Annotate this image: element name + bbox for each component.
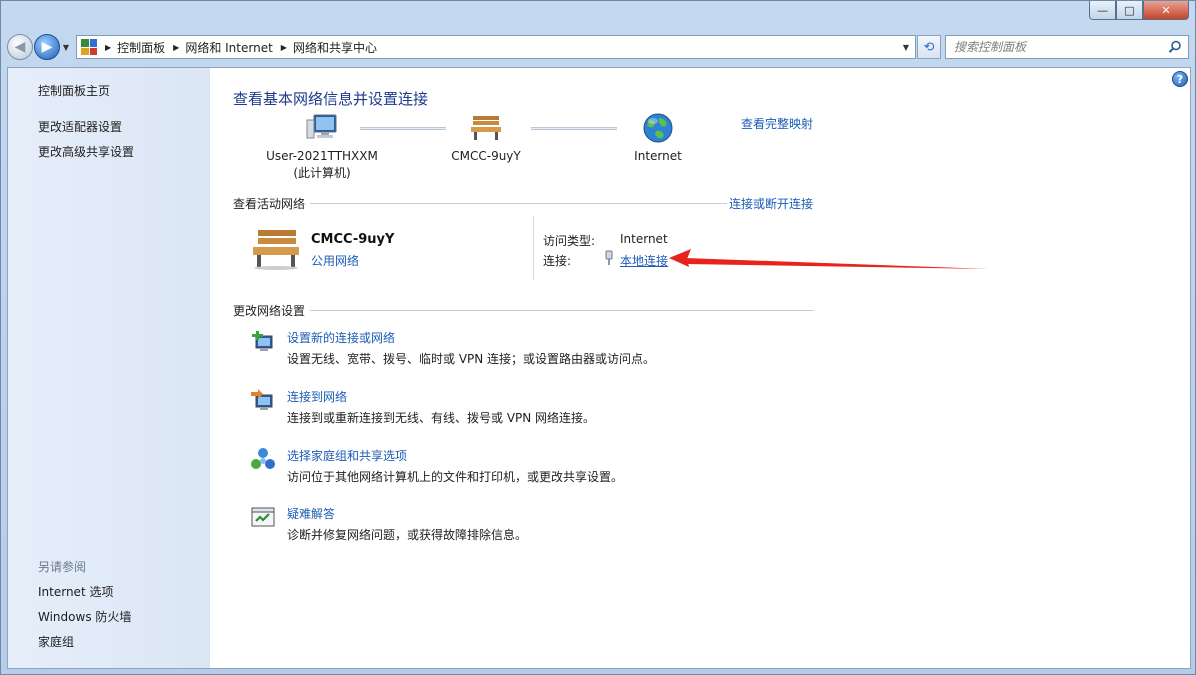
connect-disconnect-link[interactable]: 连接或断开连接 <box>729 195 813 212</box>
troubleshoot-icon <box>251 507 275 527</box>
breadcrumb-control-panel[interactable]: 控制面板 <box>117 39 165 56</box>
breadcrumb-network-sharing-center[interactable]: 网络和共享中心 <box>293 39 377 56</box>
search-input[interactable] <box>954 40 1154 54</box>
recent-pages-dropdown[interactable]: ▼ <box>60 43 72 52</box>
title-bar[interactable]: — □ ✕ <box>1 1 1195 31</box>
search-icon[interactable] <box>1168 40 1182 54</box>
computer-icon <box>306 114 337 139</box>
arrow-right-icon: ▶ <box>41 39 53 55</box>
computer-name: User-2021TTHXXM <box>266 149 378 163</box>
sidebar-item-windows-firewall[interactable]: Windows 防火墙 <box>38 608 131 625</box>
network-type-link[interactable]: 公用网络 <box>311 252 359 269</box>
sidebar-item-change-advanced-sharing[interactable]: 更改高级共享设置 <box>38 143 134 160</box>
main-panel: ? 查看基本网络信息并设置连接 查看完整映射 User-2021TTHXXM (… <box>210 68 1190 668</box>
control-panel-icon <box>81 39 97 55</box>
section-divider <box>310 203 727 204</box>
new-connection-icon <box>252 331 273 351</box>
refresh-icon: ⟲ <box>923 39 935 55</box>
breadcrumb-separator-icon[interactable]: ▶ <box>105 43 111 52</box>
sidebar-item-change-adapter-settings[interactable]: 更改适配器设置 <box>38 118 122 135</box>
forward-button[interactable]: ▶ <box>34 34 60 60</box>
connection-line <box>360 127 446 130</box>
chevron-down-icon: ▼ <box>62 42 70 52</box>
bench-icon <box>253 230 299 270</box>
access-type-label: 访问类型: <box>543 234 596 248</box>
task-description: 设置无线、宽带、拨号、临时或 VPN 连接；或设置路由器或访问点。 <box>287 352 656 366</box>
task-description: 连接到或重新连接到无线、有线、拨号或 VPN 网络连接。 <box>287 411 596 425</box>
search-box[interactable] <box>945 35 1189 59</box>
breadcrumb-network-internet[interactable]: 网络和 Internet <box>185 39 272 56</box>
connect-to-network-link[interactable]: 连接到网络 <box>287 388 347 405</box>
internet-node-label: Internet <box>634 149 682 163</box>
homegroup-sharing-link[interactable]: 选择家庭组和共享选项 <box>287 447 407 464</box>
sidebar-item-control-panel-home[interactable]: 控制面板主页 <box>38 82 110 99</box>
page-title: 查看基本网络信息并设置连接 <box>233 90 429 108</box>
network-node-internet[interactable]: Internet <box>608 112 708 165</box>
change-settings-heading: 更改网络设置 <box>233 304 306 318</box>
back-button[interactable]: ◀ <box>7 34 33 60</box>
local-connection-link[interactable]: 本地连接 <box>620 252 668 269</box>
help-icon[interactable]: ? <box>1172 71 1188 87</box>
active-networks-heading: 查看活动网络 <box>233 197 306 211</box>
troubleshoot-link[interactable]: 疑难解答 <box>287 505 335 522</box>
connection-label: 连接: <box>543 254 572 268</box>
breadcrumb-separator-icon[interactable]: ▶ <box>173 43 179 52</box>
address-bar[interactable]: ▶ 控制面板 ▶ 网络和 Internet ▶ 网络和共享中心 ▼ <box>76 35 916 59</box>
close-button[interactable]: ✕ <box>1143 1 1189 20</box>
homegroup-icon <box>251 448 275 469</box>
address-dropdown-button[interactable]: ▼ <box>897 36 915 58</box>
vertical-divider <box>533 216 534 280</box>
chevron-down-icon: ▼ <box>902 42 910 52</box>
see-also-heading: 另请参阅 <box>38 560 87 574</box>
network-node-computer[interactable]: User-2021TTHXXM (此计算机) <box>262 112 382 182</box>
task-description: 诊断并修复网络问题，或获得故障排除信息。 <box>287 528 528 542</box>
connect-network-icon <box>251 389 273 410</box>
caption-buttons: — □ ✕ <box>1089 1 1189 20</box>
access-type-value: Internet <box>620 232 668 246</box>
refresh-button[interactable]: ⟲ <box>917 35 941 59</box>
content-area: 控制面板主页 更改适配器设置 更改高级共享设置 另请参阅 Internet 选项… <box>7 67 1191 669</box>
network-name: CMCC-9uyY <box>311 232 395 247</box>
sidebar-item-internet-options[interactable]: Internet 选项 <box>38 583 113 600</box>
maximize-button[interactable]: □ <box>1116 1 1143 20</box>
navigation-bar: ◀ ▶ ▼ ▶ 控制面板 ▶ 网络和 Internet ▶ 网络和共享中心 ▼ … <box>7 33 1191 61</box>
sidebar-item-homegroup[interactable]: 家庭组 <box>38 633 74 650</box>
setup-connection-link[interactable]: 设置新的连接或网络 <box>287 329 395 346</box>
network-node-network[interactable]: CMCC-9uyY <box>436 112 536 165</box>
ethernet-plug-icon <box>605 250 613 265</box>
computer-subtitle: (此计算机) <box>293 166 351 180</box>
view-full-map-link[interactable]: 查看完整映射 <box>741 115 813 132</box>
task-description: 访问位于其他网络计算机上的文件和打印机，或更改共享设置。 <box>287 470 624 484</box>
section-divider <box>310 310 814 311</box>
window: — □ ✕ ◀ ▶ ▼ ▶ 控制面板 ▶ 网络和 Internet ▶ 网络和共… <box>0 0 1196 675</box>
arrow-left-icon: ◀ <box>14 39 26 55</box>
sidebar: 控制面板主页 更改适配器设置 更改高级共享设置 另请参阅 Internet 选项… <box>8 68 210 668</box>
minimize-button[interactable]: — <box>1089 1 1116 20</box>
breadcrumb-separator-icon[interactable]: ▶ <box>281 43 287 52</box>
bench-icon <box>471 116 501 140</box>
network-node-label: CMCC-9uyY <box>451 149 521 163</box>
connection-line <box>531 127 617 130</box>
globe-icon <box>643 113 673 143</box>
